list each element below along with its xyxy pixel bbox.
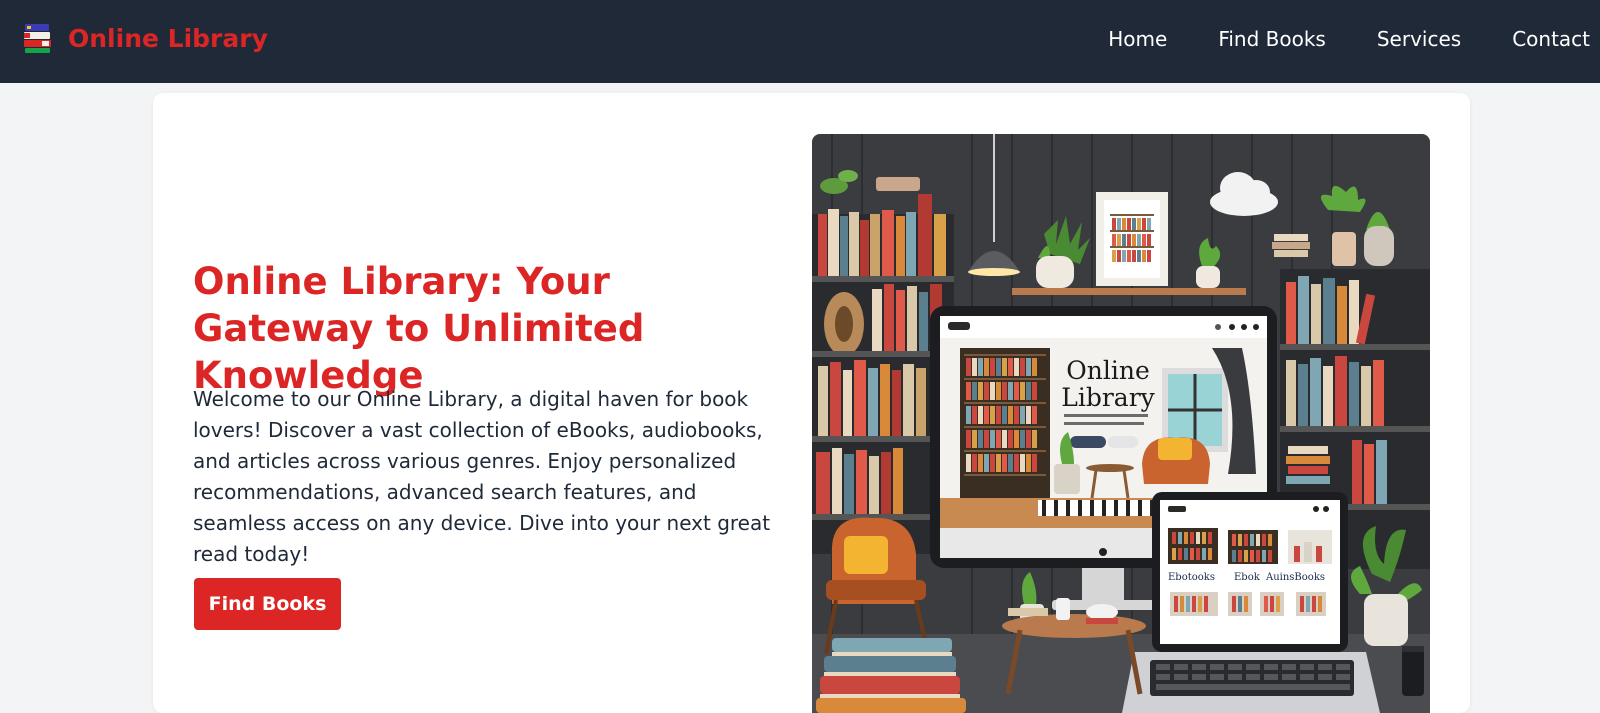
tablet-label-1: Ebotooks xyxy=(1168,572,1215,583)
brand-logo-link[interactable]: Online Library xyxy=(22,20,268,56)
tablet-label-3: AuinsBooks xyxy=(1265,572,1325,583)
hero-card: Online Library: Your Gateway to Unlimite… xyxy=(153,93,1470,713)
brand-name: Online Library xyxy=(68,23,268,53)
nav-link-contact[interactable]: Contact xyxy=(1512,27,1590,51)
books-icon xyxy=(22,22,54,54)
monitor-title-line2: Library xyxy=(1061,383,1155,412)
main-nav: Home Find Books Services Contact xyxy=(1057,0,1590,78)
hero-title: Online Library: Your Gateway to Unlimite… xyxy=(193,260,645,397)
find-books-button[interactable]: Find Books xyxy=(194,578,341,630)
hero-illustration: Online Library Ebotooks Ebok AuinsBooks xyxy=(812,134,1430,713)
nav-link-find-books[interactable]: Find Books xyxy=(1218,27,1326,51)
top-navbar: Online Library Home Find Books Services … xyxy=(0,0,1600,83)
tablet-label-2: Ebok xyxy=(1234,572,1261,583)
monitor-title-line1: Online xyxy=(1066,356,1149,385)
nav-link-home[interactable]: Home xyxy=(1108,27,1167,51)
hero-description: Welcome to our Online Library, a digital… xyxy=(193,387,771,566)
nav-link-services[interactable]: Services xyxy=(1377,27,1461,51)
